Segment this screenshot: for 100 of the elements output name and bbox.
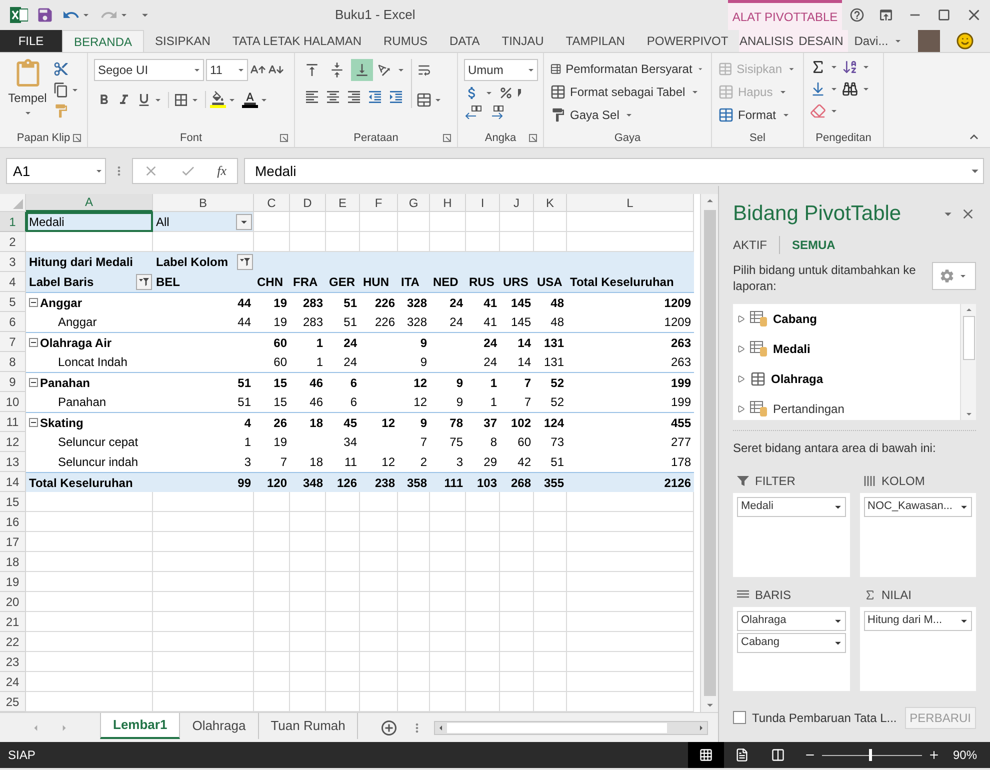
row-header[interactable]: 13 [0,452,26,472]
increase-indent-icon[interactable] [388,89,404,105]
row-header[interactable]: 23 [0,652,26,672]
scissors-icon[interactable] [53,61,69,77]
ribbon-tab[interactable]: POWERPIVOT [636,30,740,52]
zoom-level[interactable]: 90% [940,746,990,764]
row-header[interactable]: 20 [0,592,26,612]
ribbon-tab[interactable]: TINJAU [490,30,555,52]
font-family-field[interactable]: Segoe UI [94,59,204,81]
filter-button[interactable] [136,274,152,290]
column-header[interactable]: E [326,194,360,212]
dialog-launcher-icon[interactable] [443,134,451,142]
eraser-icon[interactable] [810,103,826,119]
filter-button[interactable] [237,254,253,270]
ribbon-display-icon[interactable] [878,7,894,23]
column-header[interactable]: A [26,194,153,212]
help-icon[interactable] [848,7,865,23]
zoom-slider[interactable] [822,749,922,761]
column-header[interactable]: B [153,194,254,212]
ribbon-tab[interactable]: BERANDA [62,30,144,52]
comma-icon[interactable] [517,88,523,98]
user-name[interactable]: Davi... [854,32,888,50]
row-header[interactable]: 9 [0,372,26,392]
row-header[interactable]: 19 [0,572,26,592]
ribbon-tab[interactable]: TATA LETAK HALAMAN [221,30,373,52]
paste-button[interactable]: Tempel [6,59,49,119]
align-left-icon[interactable] [304,89,320,105]
row-header[interactable]: 7 [0,332,26,352]
column-header[interactable]: L [567,194,694,212]
align-right-icon[interactable] [346,89,362,105]
sheet-tab[interactable]: Olahraga [180,712,259,738]
decrease-indent-icon[interactable] [367,89,383,105]
dialog-launcher-icon[interactable] [529,134,537,142]
ribbon-tab[interactable]: SISIPKAN [144,30,222,52]
settings-icon[interactable] [939,268,955,284]
collapse-icon[interactable] [29,418,38,427]
drop-area[interactable]: Hitung dari M... [860,606,976,690]
number-format-field[interactable]: Umum [464,59,538,81]
row-header[interactable]: 3 [0,252,26,272]
avatar-placeholder[interactable] [918,30,940,52]
field-list-scrollbar[interactable] [960,304,976,420]
orientation-icon[interactable] [376,62,392,78]
cells-menu-button[interactable]: Format [718,105,797,125]
fill-down-icon[interactable] [810,81,826,97]
save-icon[interactable] [36,6,54,24]
expand-triangle-icon[interactable] [737,374,745,382]
row-header[interactable]: 6 [0,312,26,332]
sort-icon[interactable] [842,59,858,75]
expand-triangle-icon[interactable] [737,344,745,352]
pane-tab[interactable]: AKTIF [733,236,780,254]
pane-tab[interactable]: SEMUA [792,236,848,254]
ribbon-tab[interactable]: RUMUS [372,30,439,52]
zoom-thumb[interactable] [869,749,872,761]
dropdown-button[interactable] [236,214,252,230]
row-header[interactable]: 1 [0,212,26,232]
row-header[interactable]: 15 [0,492,26,512]
ribbon-tab[interactable]: ANALISIS [739,30,794,52]
area-field-chip[interactable]: Hitung dari M... [864,610,972,630]
column-header[interactable]: J [500,194,534,212]
row-header[interactable]: 12 [0,432,26,452]
ribbon-tab[interactable]: FILE [0,30,62,52]
field-name[interactable]: Pertandingan [773,400,844,418]
ribbon-tab[interactable]: DATA [438,30,491,52]
column-header[interactable]: D [290,194,326,212]
ribbon-tab[interactable]: TAMPILAN [554,30,636,52]
row-header[interactable]: 11 [0,412,26,432]
field-name[interactable]: Olahraga [771,370,824,388]
merge-cells-icon[interactable] [416,92,432,108]
scroll-thumb[interactable] [447,722,667,732]
column-header[interactable]: G [398,194,430,212]
row-header[interactable]: 4 [0,272,26,292]
settings-button[interactable] [932,262,976,290]
scroll-thumb[interactable] [704,210,716,696]
column-header[interactable]: H [430,194,466,212]
row-header[interactable]: 2 [0,232,26,252]
checkbox[interactable] [733,711,746,724]
row-header[interactable]: 25 [0,692,26,712]
column-header[interactable]: I [466,194,500,212]
row-header[interactable]: 17 [0,532,26,552]
horizontal-scrollbar[interactable] [434,720,708,734]
row-header[interactable]: 22 [0,632,26,652]
increase-decimal-icon[interactable] [464,105,482,119]
maximize-icon[interactable] [936,7,952,23]
expand-triangle-icon[interactable] [737,404,745,412]
row-header[interactable]: 18 [0,552,26,572]
row-header[interactable]: 5 [0,292,26,312]
percent-icon[interactable] [498,85,514,101]
copy-icon[interactable] [53,82,69,98]
insert-function-button[interactable]: fx [217,161,227,181]
column-header[interactable]: K [534,194,567,212]
scroll-thumb[interactable] [962,316,974,360]
font-color-icon[interactable] [242,91,258,108]
row-header[interactable]: 8 [0,352,26,372]
fill-color-icon[interactable] [210,91,226,108]
drop-area[interactable]: Olahraga Cabang [733,606,850,690]
collapse-icon[interactable] [29,378,38,387]
formula-input[interactable]: Medali [244,158,984,184]
view-button[interactable] [688,742,724,768]
smiley-icon[interactable] [956,32,974,50]
styles-menu-button[interactable]: Gaya Sel [550,105,705,125]
